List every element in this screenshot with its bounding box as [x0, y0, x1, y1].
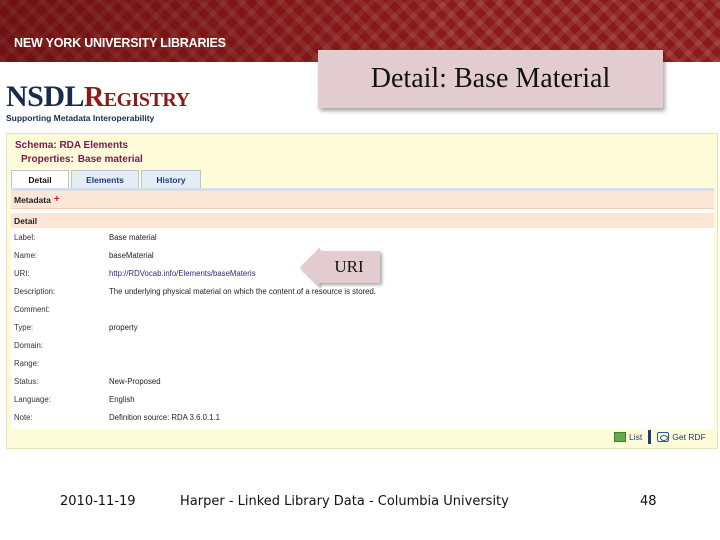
slide-title-callout: Detail: Base Material: [318, 50, 663, 108]
row-field-label: Label:: [14, 232, 36, 242]
get-rdf-link[interactable]: Get RDF: [657, 432, 706, 442]
metadata-label: Metadata: [14, 194, 51, 205]
row-note: Note: Definition source: RDA 3.6.0.1.1: [11, 408, 714, 426]
uri-callout-box: URI: [318, 251, 380, 283]
list-link-label: List: [629, 432, 643, 442]
row-field-value: The underlying physical material on whic…: [109, 286, 376, 296]
row-type: Type: property: [11, 318, 714, 336]
properties-label: Properties:: [21, 154, 74, 165]
row-language: Language: English: [11, 390, 714, 408]
get-rdf-label: Get RDF: [672, 432, 706, 442]
row-field-label: Status:: [14, 376, 39, 386]
registry-panel: Schema: RDA Elements Properties: Base mat…: [6, 133, 718, 449]
list-link[interactable]: List: [614, 432, 642, 442]
nsdl-registry-logo: NSDLRegistry: [6, 80, 190, 114]
row-status: Status: New-Proposed: [11, 372, 714, 390]
link-separator: [648, 430, 652, 444]
tab-elements[interactable]: Elements: [71, 170, 139, 188]
row-field-value: New-Proposed: [109, 376, 161, 386]
logo-registry-text: Registry: [84, 82, 190, 113]
row-field-label: Description:: [14, 286, 56, 296]
row-field-value: Base material: [109, 232, 157, 242]
slide-number: 48: [640, 494, 657, 509]
row-field-value: baseMaterial: [109, 250, 154, 260]
row-field-label: Name:: [14, 250, 37, 260]
row-field-label: Comment:: [14, 304, 50, 314]
nyu-libraries-title: NEW YORK UNIVERSITY LIBRARIES: [14, 36, 226, 50]
row-field-value: English: [109, 394, 135, 404]
row-label: Label: Base material: [11, 228, 714, 246]
schema-line: Schema: RDA Elements: [15, 140, 128, 151]
properties-line: Properties: Base material: [21, 154, 143, 165]
list-icon: [614, 432, 626, 442]
row-field-label: Language:: [14, 394, 51, 404]
logo-tagline: Supporting Metadata Interoperability: [6, 113, 155, 123]
rdf-icon: [657, 432, 670, 442]
row-field-label: Domain:: [14, 340, 44, 350]
row-range: Range:: [11, 354, 714, 372]
bottom-links: List Get RDF: [614, 430, 712, 444]
row-field-label: Range:: [14, 358, 40, 368]
row-field-label: URI:: [14, 268, 30, 278]
footer-center-text: Harper - Linked Library Data - Columbia …: [180, 494, 509, 509]
detail-content: Metadata + Detail Label: Base material Na…: [11, 188, 714, 429]
row-domain: Domain:: [11, 336, 714, 354]
slide-footer: 2010-11-19 Harper - Linked Library Data …: [0, 494, 720, 514]
row-comment: Comment:: [11, 300, 714, 318]
row-field-value: property: [109, 322, 138, 332]
tab-bar: Detail Elements History: [11, 170, 203, 188]
tab-detail[interactable]: Detail: [11, 170, 69, 188]
row-field-value: Definition source: RDA 3.6.0.1.1: [109, 412, 220, 422]
footer-date: 2010-11-19: [60, 494, 136, 509]
left-arrow-icon: [300, 247, 320, 287]
row-field-label: Type:: [14, 322, 34, 332]
tab-history[interactable]: History: [141, 170, 201, 188]
detail-section-bar: Detail: [11, 213, 714, 228]
properties-value: Base material: [77, 154, 143, 165]
logo-main-text: NSDL: [6, 80, 85, 113]
metadata-section-bar[interactable]: Metadata +: [11, 191, 714, 209]
row-field-label: Note:: [14, 412, 33, 422]
uri-callout: URI: [300, 247, 382, 287]
detail-label: Detail: [14, 215, 38, 226]
uri-link[interactable]: http://RDVocab.info/Elements/baseMateris: [109, 269, 714, 278]
plus-icon[interactable]: +: [54, 194, 60, 205]
